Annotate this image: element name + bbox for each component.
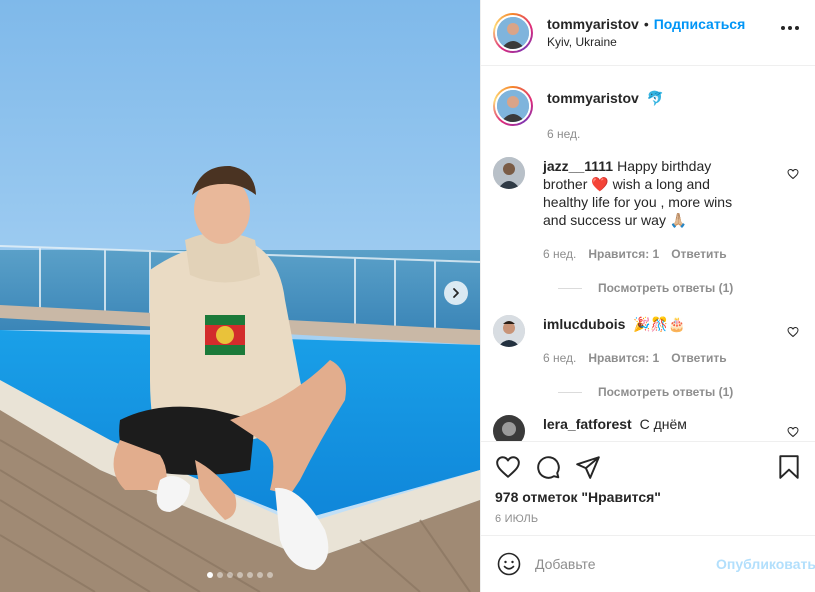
carousel-dot [237,572,243,578]
post-date[interactable]: 6 июль [495,513,801,525]
carousel-dot [207,572,213,578]
view-replies-button[interactable]: Посмотреть ответы (1) [558,281,799,295]
commenter-avatar[interactable] [493,157,525,189]
emoji-picker-icon[interactable] [497,552,521,576]
comment-body: jazz__1111 Happy birthday brother ❤️ wish… [543,157,758,263]
publish-button[interactable]: Опубликовать [716,556,815,572]
author-username[interactable]: tommyaristov [547,15,639,33]
comment: lera_fatforest С днём [493,415,799,441]
comment-text: 🎉🎊🎂 [633,316,686,332]
caption-avatar-image [495,88,531,124]
caption-avatar[interactable] [493,86,533,126]
comment-likes[interactable]: Нравится: 1 [588,349,659,367]
follow-button[interactable]: Подписаться [654,15,746,33]
like-comment-heart-icon[interactable] [787,425,799,441]
caption-username[interactable]: tommyaristov [547,90,639,106]
carousel-dot [247,572,253,578]
post-header: tommyaristov • Подписаться Kyiv, Ukraine [481,0,815,66]
view-replies-button[interactable]: Посмотреть ответы (1) [558,385,799,399]
like-heart-icon[interactable] [495,454,521,480]
comment-username[interactable]: jazz__1111 [543,158,613,174]
caption: tommyaristov 🐬 6 нед. [493,67,799,143]
reply-button[interactable]: Ответить [671,349,726,367]
comment: jazz__1111 Happy birthday brother ❤️ wish… [493,157,799,263]
post-side-panel: tommyaristov • Подписаться Kyiv, Ukraine… [480,0,815,592]
comment-input[interactable] [535,556,716,572]
post-actions: 978 отметок "Нравится" 6 июль [481,441,815,525]
comment: imlucdubois 🎉🎊🎂 6 нед. Нравится: 1 Ответ… [493,315,799,367]
view-replies-label: Посмотреть ответы (1) [598,281,734,295]
replies-divider [558,287,582,289]
photo-illustration [0,0,480,592]
share-paper-plane-icon[interactable] [575,454,601,480]
carousel-dot [267,572,273,578]
comment-time[interactable]: 6 нед. [543,245,576,263]
add-comment-bar: Опубликовать [481,535,815,592]
caption-text: 🐬 [646,90,665,106]
likes-count[interactable]: 978 отметок "Нравится" [495,489,801,505]
caption-time[interactable]: 6 нед. [547,125,580,143]
comment-likes[interactable]: Нравится: 1 [588,245,659,263]
author-avatar-image [495,14,531,51]
chevron-right-icon [453,288,459,298]
author-avatar[interactable] [493,12,533,53]
comment-bubble-icon[interactable] [535,454,561,480]
save-bookmark-icon[interactable] [777,454,801,480]
separator-dot: • [643,15,649,32]
next-photo-button[interactable] [444,281,468,305]
carousel-dot [257,572,263,578]
comment-username[interactable]: lera_fatforest [543,416,632,432]
more-options-icon[interactable] [781,26,799,30]
comment-username[interactable]: imlucdubois [543,316,625,332]
comment-text: С днём [639,416,687,432]
post-header-meta: tommyaristov • Подписаться Kyiv, Ukraine [547,15,745,51]
replies-divider [558,391,582,393]
comment-time[interactable]: 6 нед. [543,349,576,367]
carousel-indicator [0,572,480,578]
view-replies-label: Посмотреть ответы (1) [598,385,734,399]
post-photo[interactable] [0,0,480,592]
reply-button[interactable]: Ответить [671,245,726,263]
commenter-avatar[interactable] [493,415,525,441]
like-comment-heart-icon[interactable] [787,325,799,341]
comment-body: imlucdubois 🎉🎊🎂 6 нед. Нравится: 1 Ответ… [543,315,758,367]
comments-list[interactable]: tommyaristov 🐬 6 нед. jazz__1111 Happy bi… [481,67,815,441]
commenter-avatar[interactable] [493,315,525,347]
comment-body: lera_fatforest С днём [543,415,758,441]
post-location[interactable]: Kyiv, Ukraine [547,33,745,51]
like-comment-heart-icon[interactable] [787,167,799,183]
carousel-dot [227,572,233,578]
carousel-dot [217,572,223,578]
